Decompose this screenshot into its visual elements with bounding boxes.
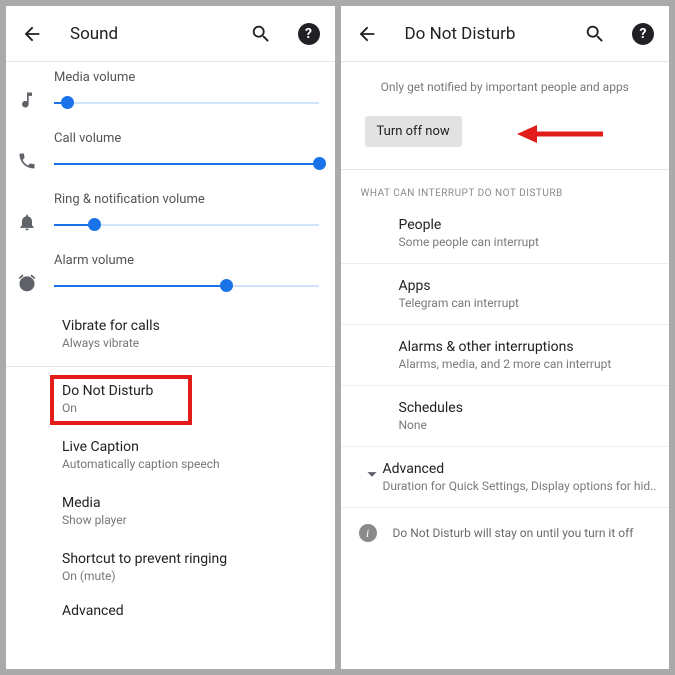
alarms-primary: Alarms & other interruptions (399, 339, 650, 355)
shortcut-row[interactable]: Shortcut to prevent ringing On (mute) (6, 539, 335, 595)
apps-row[interactable]: Apps Telegram can interrupt (341, 264, 670, 325)
music-note-icon (12, 90, 42, 110)
section-header: WHAT CAN INTERRUPT DO NOT DISTURB (341, 170, 670, 203)
dnd-secondary: On (62, 401, 325, 415)
media-volume-row: Media volume (6, 62, 335, 123)
annotation-arrow-icon (515, 119, 605, 149)
info-icon: i (359, 524, 377, 542)
people-row[interactable]: People Some people can interrupt (341, 203, 670, 264)
phone-icon (12, 151, 42, 171)
alarms-secondary: Alarms, media, and 2 more can interrupt (399, 357, 650, 371)
advanced-row[interactable]: Advanced Duration for Quick Settings, Di… (341, 447, 670, 508)
alarm-volume-label: Alarm volume (54, 253, 325, 278)
call-volume-slider[interactable] (54, 156, 319, 172)
alarm-volume-slider[interactable] (54, 278, 319, 294)
chevron-down-icon (361, 463, 383, 489)
ring-volume-row: Ring & notification volume (6, 184, 335, 245)
dnd-settings-panel: Do Not Disturb ? Only get notified by im… (341, 6, 670, 669)
apps-secondary: Telegram can interrupt (399, 296, 650, 310)
schedules-secondary: None (399, 418, 650, 432)
media-secondary: Show player (62, 513, 325, 527)
turn-off-now-button[interactable]: Turn off now (365, 116, 462, 147)
sound-settings-panel: Sound ? Media volume (6, 6, 335, 669)
live-caption-row[interactable]: Live Caption Automatically caption speec… (6, 427, 335, 483)
apps-primary: Apps (399, 278, 650, 294)
ring-volume-label: Ring & notification volume (54, 192, 325, 217)
ring-volume-slider[interactable] (54, 217, 319, 233)
page-title: Sound (60, 24, 233, 44)
content: Media volume Call volume (6, 62, 335, 669)
divider (6, 366, 335, 367)
bell-icon (12, 212, 42, 232)
media-volume-slider[interactable] (54, 95, 319, 111)
vibrate-primary: Vibrate for calls (62, 318, 325, 334)
people-secondary: Some people can interrupt (399, 235, 650, 249)
search-icon[interactable] (241, 14, 281, 54)
help-icon[interactable]: ? (289, 14, 329, 54)
schedules-row[interactable]: Schedules None (341, 386, 670, 447)
media-volume-label: Media volume (54, 70, 325, 95)
shortcut-primary: Shortcut to prevent ringing (62, 551, 325, 567)
advanced-primary: Advanced (383, 461, 657, 477)
page-title: Do Not Disturb (395, 24, 568, 44)
info-text: Do Not Disturb will stay on until you tu… (393, 526, 634, 540)
caption-secondary: Automatically caption speech (62, 457, 325, 471)
call-volume-row: Call volume (6, 123, 335, 184)
advanced-secondary: Duration for Quick Settings, Display opt… (383, 479, 657, 493)
search-icon[interactable] (575, 14, 615, 54)
appbar: Sound ? (6, 6, 335, 62)
alarm-volume-row: Alarm volume (6, 245, 335, 306)
shortcut-secondary: On (mute) (62, 569, 325, 583)
caption-primary: Live Caption (62, 439, 325, 455)
intro-text: Only get notified by important people an… (365, 80, 646, 94)
dnd-primary: Do Not Disturb (62, 383, 325, 399)
intro-block: Only get notified by important people an… (341, 62, 670, 170)
media-primary: Media (62, 495, 325, 511)
schedules-primary: Schedules (399, 400, 650, 416)
call-volume-label: Call volume (54, 131, 325, 156)
info-row: i Do Not Disturb will stay on until you … (341, 508, 670, 558)
advanced-row[interactable]: Advanced (6, 595, 335, 619)
appbar: Do Not Disturb ? (341, 6, 670, 62)
people-primary: People (399, 217, 650, 233)
back-icon[interactable] (12, 14, 52, 54)
help-icon[interactable]: ? (623, 14, 663, 54)
vibrate-row[interactable]: Vibrate for calls Always vibrate (6, 306, 335, 362)
alarms-row[interactable]: Alarms & other interruptions Alarms, med… (341, 325, 670, 386)
dnd-row[interactable]: Do Not Disturb On (6, 371, 335, 427)
alarm-clock-icon (12, 273, 42, 293)
media-row[interactable]: Media Show player (6, 483, 335, 539)
vibrate-secondary: Always vibrate (62, 336, 325, 350)
back-icon[interactable] (347, 14, 387, 54)
